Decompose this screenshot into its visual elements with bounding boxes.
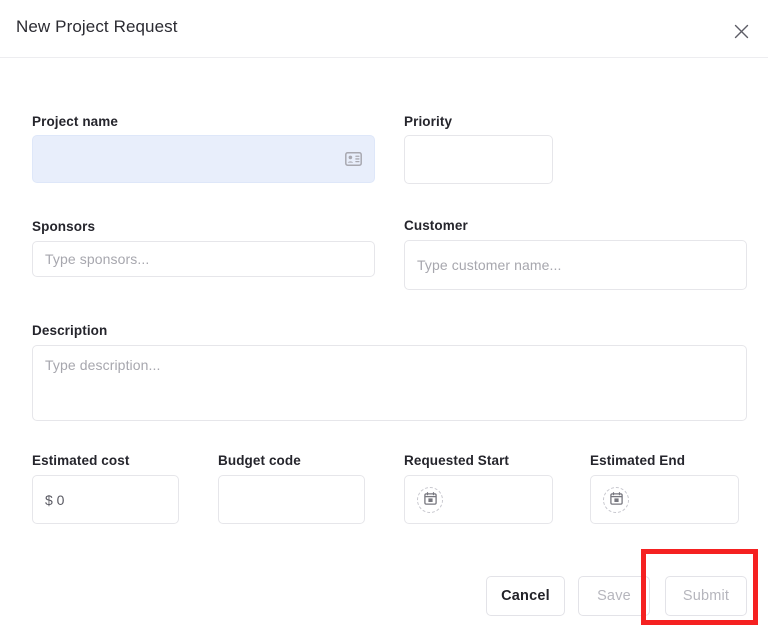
save-button[interactable]: Save xyxy=(578,576,650,616)
dialog-header: New Project Request xyxy=(0,0,768,58)
budget-code-input[interactable] xyxy=(218,475,365,524)
customer-input[interactable]: Type customer name... xyxy=(404,240,747,290)
priority-input[interactable] xyxy=(404,135,553,184)
estimated-end-calendar-button[interactable] xyxy=(603,486,629,513)
new-project-request-dialog: New Project Request Project name Priorit… xyxy=(0,0,768,631)
sponsors-input[interactable]: Type sponsors... xyxy=(32,241,375,277)
label-sponsors: Sponsors xyxy=(32,219,96,234)
submit-button[interactable]: Submit xyxy=(665,576,747,616)
estimated-cost-input[interactable]: $ 0 xyxy=(32,475,179,524)
label-customer: Customer xyxy=(404,218,468,233)
label-budget-code: Budget code xyxy=(218,453,301,468)
close-icon xyxy=(734,24,749,39)
calendar-icon xyxy=(423,491,437,508)
label-requested-start: Requested Start xyxy=(404,453,510,468)
requested-start-calendar-button[interactable] xyxy=(417,486,443,513)
calendar-icon xyxy=(609,491,623,508)
label-description: Description xyxy=(32,323,108,338)
contact-card-icon[interactable] xyxy=(344,150,362,168)
description-textarea[interactable]: Type description... xyxy=(32,345,747,421)
customer-placeholder: Type customer name... xyxy=(417,257,562,273)
label-estimated-end: Estimated End xyxy=(590,453,686,468)
cancel-button[interactable]: Cancel xyxy=(486,576,565,616)
close-button[interactable] xyxy=(726,16,756,46)
form-body: Project name Priority Sponsors Type spon… xyxy=(0,58,768,631)
requested-start-input[interactable] xyxy=(404,475,553,524)
page-title: New Project Request xyxy=(16,17,178,36)
label-project-name: Project name xyxy=(32,114,118,129)
estimated-cost-value: $ 0 xyxy=(45,491,65,508)
sponsors-placeholder: Type sponsors... xyxy=(45,251,150,267)
label-estimated-cost: Estimated cost xyxy=(32,453,130,468)
description-placeholder: Type description... xyxy=(45,357,161,373)
label-priority: Priority xyxy=(404,114,453,129)
estimated-end-input[interactable] xyxy=(590,475,739,524)
project-name-input[interactable] xyxy=(32,135,375,183)
